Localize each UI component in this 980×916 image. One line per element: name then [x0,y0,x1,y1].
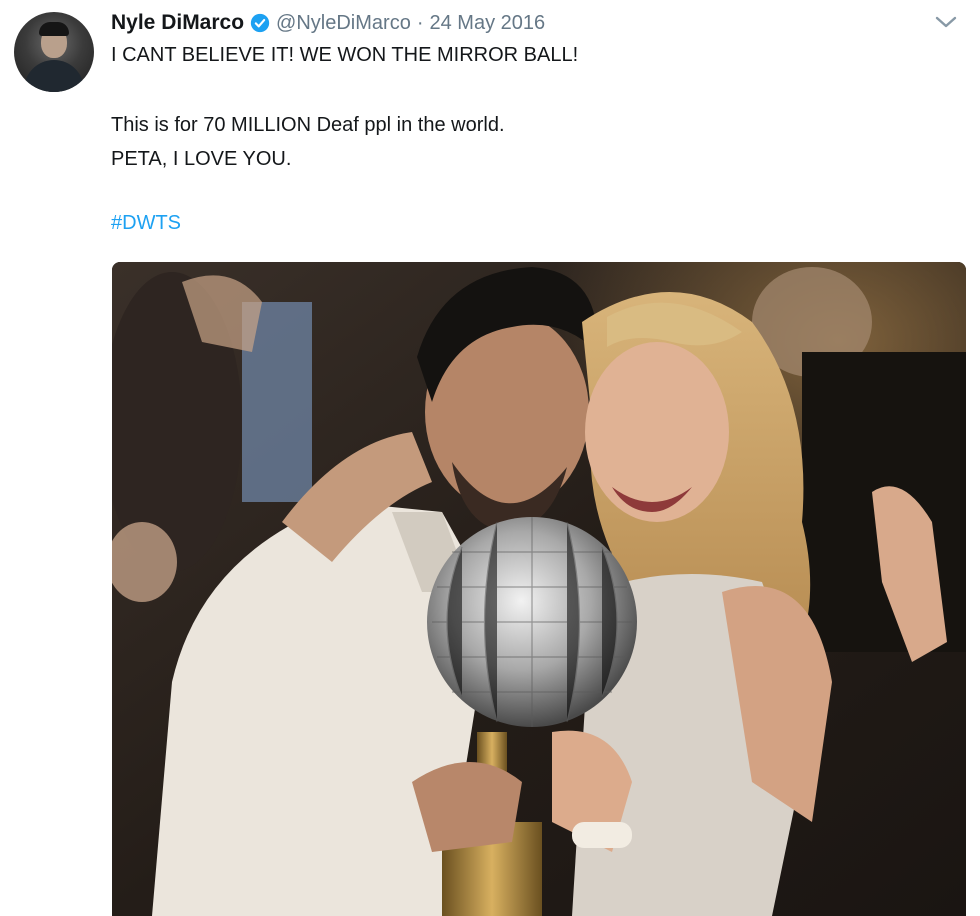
hashtag-link[interactable]: #DWTS [111,212,181,235]
separator: · [416,11,424,34]
tweet-text-line-3: PETA, I LOVE YOU. [111,148,292,170]
display-name[interactable]: Nyle DiMarco [111,11,244,35]
tweet-text-line-1: I CANT BELIEVE IT! WE WON THE MIRROR BAL… [111,44,579,66]
tweet-header: Nyle DiMarco @NyleDiMarco · 24 May 2016 [111,8,545,38]
handle[interactable]: @NyleDiMarco [276,12,411,35]
verified-badge-icon [250,13,270,33]
tweet-photo[interactable] [112,262,966,916]
tweet-card: Nyle DiMarco @NyleDiMarco · 24 May 2016 … [0,0,980,916]
photo-illustration [112,262,966,916]
chevron-down-icon[interactable] [934,14,958,30]
tweet-date[interactable]: 24 May 2016 [429,12,545,35]
tweet-text-line-2: This is for 70 MILLION Deaf ppl in the w… [111,114,505,136]
avatar[interactable] [14,12,94,92]
